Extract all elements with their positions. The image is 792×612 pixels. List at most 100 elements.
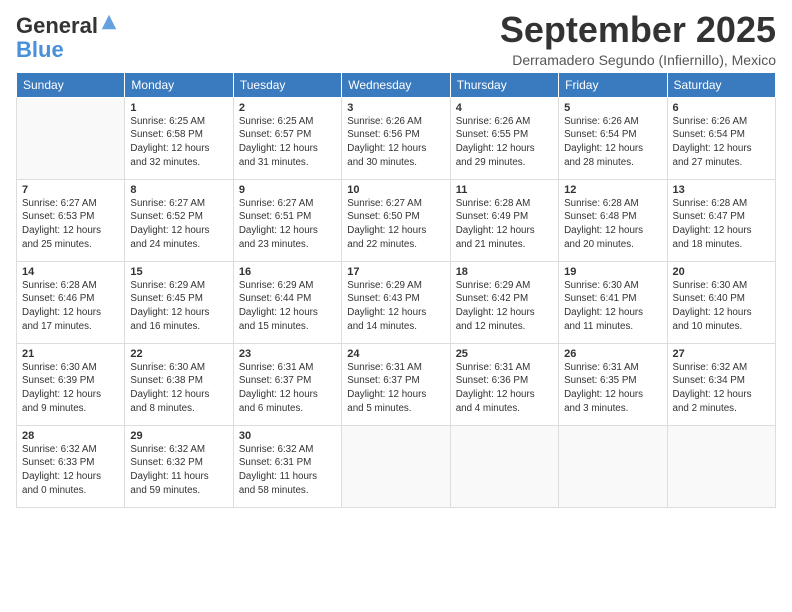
day-info: Sunrise: 6:32 AMSunset: 6:32 PMDaylight:…: [130, 443, 227, 498]
day-number: 15: [130, 266, 227, 278]
day-info: Sunrise: 6:27 AMSunset: 6:51 PMDaylight:…: [239, 197, 336, 252]
day-number: 11: [456, 184, 553, 196]
col-sunday: Sunday: [17, 72, 125, 97]
header: General Blue September 2025 Derramadero …: [16, 10, 776, 68]
day-info: Sunrise: 6:32 AMSunset: 6:34 PMDaylight:…: [673, 361, 770, 416]
day-info: Sunrise: 6:26 AMSunset: 6:56 PMDaylight:…: [347, 115, 444, 170]
day-number: 30: [239, 430, 336, 442]
day-info: Sunrise: 6:32 AMSunset: 6:31 PMDaylight:…: [239, 443, 336, 498]
table-cell: 20Sunrise: 6:30 AMSunset: 6:40 PMDayligh…: [667, 261, 775, 343]
day-number: 21: [22, 348, 119, 360]
table-cell: [17, 97, 125, 179]
day-info: Sunrise: 6:26 AMSunset: 6:54 PMDaylight:…: [673, 115, 770, 170]
table-cell: [667, 425, 775, 507]
table-cell: [450, 425, 558, 507]
day-info: Sunrise: 6:28 AMSunset: 6:46 PMDaylight:…: [22, 279, 119, 334]
day-number: 10: [347, 184, 444, 196]
day-number: 13: [673, 184, 770, 196]
day-info: Sunrise: 6:26 AMSunset: 6:54 PMDaylight:…: [564, 115, 661, 170]
logo-icon: [100, 13, 118, 31]
location-title: Derramadero Segundo (Infiernillo), Mexic…: [500, 52, 776, 68]
col-thursday: Thursday: [450, 72, 558, 97]
table-cell: 9Sunrise: 6:27 AMSunset: 6:51 PMDaylight…: [233, 179, 341, 261]
day-info: Sunrise: 6:25 AMSunset: 6:57 PMDaylight:…: [239, 115, 336, 170]
table-cell: 25Sunrise: 6:31 AMSunset: 6:36 PMDayligh…: [450, 343, 558, 425]
day-info: Sunrise: 6:27 AMSunset: 6:50 PMDaylight:…: [347, 197, 444, 252]
page-container: General Blue September 2025 Derramadero …: [0, 0, 792, 518]
day-info: Sunrise: 6:28 AMSunset: 6:47 PMDaylight:…: [673, 197, 770, 252]
day-info: Sunrise: 6:31 AMSunset: 6:35 PMDaylight:…: [564, 361, 661, 416]
table-cell: 1Sunrise: 6:25 AMSunset: 6:58 PMDaylight…: [125, 97, 233, 179]
table-cell: 4Sunrise: 6:26 AMSunset: 6:55 PMDaylight…: [450, 97, 558, 179]
day-number: 29: [130, 430, 227, 442]
table-cell: 29Sunrise: 6:32 AMSunset: 6:32 PMDayligh…: [125, 425, 233, 507]
col-saturday: Saturday: [667, 72, 775, 97]
day-number: 17: [347, 266, 444, 278]
day-info: Sunrise: 6:30 AMSunset: 6:39 PMDaylight:…: [22, 361, 119, 416]
table-cell: 30Sunrise: 6:32 AMSunset: 6:31 PMDayligh…: [233, 425, 341, 507]
day-number: 4: [456, 102, 553, 114]
day-info: Sunrise: 6:28 AMSunset: 6:49 PMDaylight:…: [456, 197, 553, 252]
day-info: Sunrise: 6:29 AMSunset: 6:44 PMDaylight:…: [239, 279, 336, 334]
title-block: September 2025 Derramadero Segundo (Infi…: [500, 10, 776, 68]
table-cell: 28Sunrise: 6:32 AMSunset: 6:33 PMDayligh…: [17, 425, 125, 507]
day-info: Sunrise: 6:29 AMSunset: 6:43 PMDaylight:…: [347, 279, 444, 334]
day-info: Sunrise: 6:30 AMSunset: 6:41 PMDaylight:…: [564, 279, 661, 334]
table-cell: 18Sunrise: 6:29 AMSunset: 6:42 PMDayligh…: [450, 261, 558, 343]
table-cell: 13Sunrise: 6:28 AMSunset: 6:47 PMDayligh…: [667, 179, 775, 261]
day-info: Sunrise: 6:32 AMSunset: 6:33 PMDaylight:…: [22, 443, 119, 498]
week-row-4: 21Sunrise: 6:30 AMSunset: 6:39 PMDayligh…: [17, 343, 776, 425]
day-number: 18: [456, 266, 553, 278]
day-number: 16: [239, 266, 336, 278]
day-number: 3: [347, 102, 444, 114]
day-number: 26: [564, 348, 661, 360]
day-number: 5: [564, 102, 661, 114]
table-cell: 16Sunrise: 6:29 AMSunset: 6:44 PMDayligh…: [233, 261, 341, 343]
table-cell: 2Sunrise: 6:25 AMSunset: 6:57 PMDaylight…: [233, 97, 341, 179]
table-cell: 26Sunrise: 6:31 AMSunset: 6:35 PMDayligh…: [559, 343, 667, 425]
day-info: Sunrise: 6:28 AMSunset: 6:48 PMDaylight:…: [564, 197, 661, 252]
day-info: Sunrise: 6:31 AMSunset: 6:37 PMDaylight:…: [239, 361, 336, 416]
col-wednesday: Wednesday: [342, 72, 450, 97]
day-number: 19: [564, 266, 661, 278]
day-info: Sunrise: 6:30 AMSunset: 6:38 PMDaylight:…: [130, 361, 227, 416]
day-number: 12: [564, 184, 661, 196]
day-number: 28: [22, 430, 119, 442]
table-cell: 3Sunrise: 6:26 AMSunset: 6:56 PMDaylight…: [342, 97, 450, 179]
week-row-5: 28Sunrise: 6:32 AMSunset: 6:33 PMDayligh…: [17, 425, 776, 507]
day-number: 25: [456, 348, 553, 360]
day-number: 22: [130, 348, 227, 360]
day-info: Sunrise: 6:27 AMSunset: 6:52 PMDaylight:…: [130, 197, 227, 252]
col-tuesday: Tuesday: [233, 72, 341, 97]
table-cell: 21Sunrise: 6:30 AMSunset: 6:39 PMDayligh…: [17, 343, 125, 425]
day-info: Sunrise: 6:25 AMSunset: 6:58 PMDaylight:…: [130, 115, 227, 170]
table-cell: 6Sunrise: 6:26 AMSunset: 6:54 PMDaylight…: [667, 97, 775, 179]
table-cell: 12Sunrise: 6:28 AMSunset: 6:48 PMDayligh…: [559, 179, 667, 261]
month-title: September 2025: [500, 10, 776, 50]
day-number: 7: [22, 184, 119, 196]
table-cell: 10Sunrise: 6:27 AMSunset: 6:50 PMDayligh…: [342, 179, 450, 261]
day-number: 14: [22, 266, 119, 278]
table-cell: 23Sunrise: 6:31 AMSunset: 6:37 PMDayligh…: [233, 343, 341, 425]
day-info: Sunrise: 6:29 AMSunset: 6:45 PMDaylight:…: [130, 279, 227, 334]
calendar-table: Sunday Monday Tuesday Wednesday Thursday…: [16, 72, 776, 508]
week-row-1: 1Sunrise: 6:25 AMSunset: 6:58 PMDaylight…: [17, 97, 776, 179]
table-cell: 8Sunrise: 6:27 AMSunset: 6:52 PMDaylight…: [125, 179, 233, 261]
week-row-2: 7Sunrise: 6:27 AMSunset: 6:53 PMDaylight…: [17, 179, 776, 261]
logo: General Blue: [16, 14, 118, 62]
table-cell: 7Sunrise: 6:27 AMSunset: 6:53 PMDaylight…: [17, 179, 125, 261]
day-info: Sunrise: 6:27 AMSunset: 6:53 PMDaylight:…: [22, 197, 119, 252]
col-monday: Monday: [125, 72, 233, 97]
day-info: Sunrise: 6:29 AMSunset: 6:42 PMDaylight:…: [456, 279, 553, 334]
day-info: Sunrise: 6:31 AMSunset: 6:37 PMDaylight:…: [347, 361, 444, 416]
logo-line2: Blue: [16, 37, 64, 62]
table-cell: 17Sunrise: 6:29 AMSunset: 6:43 PMDayligh…: [342, 261, 450, 343]
day-info: Sunrise: 6:26 AMSunset: 6:55 PMDaylight:…: [456, 115, 553, 170]
table-cell: [342, 425, 450, 507]
table-cell: 5Sunrise: 6:26 AMSunset: 6:54 PMDaylight…: [559, 97, 667, 179]
day-number: 6: [673, 102, 770, 114]
day-number: 1: [130, 102, 227, 114]
day-number: 20: [673, 266, 770, 278]
table-cell: 22Sunrise: 6:30 AMSunset: 6:38 PMDayligh…: [125, 343, 233, 425]
logo-line1: General: [16, 14, 98, 38]
